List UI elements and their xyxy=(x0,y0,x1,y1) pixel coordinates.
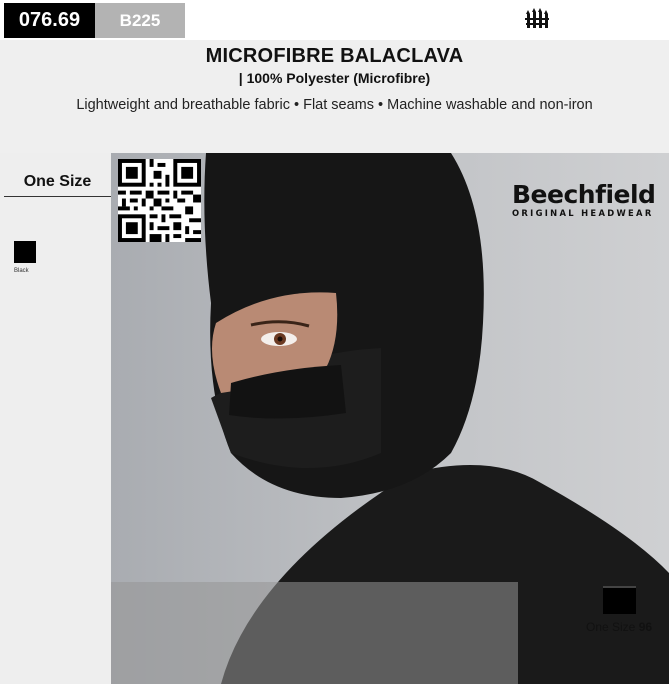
logo-tagline: ORIGINAL HEADWEAR xyxy=(512,208,654,218)
product-material: | 100% Polyester (Microfibre) xyxy=(238,70,431,86)
price-code-badge: 076.69 xyxy=(4,3,95,38)
size-divider xyxy=(4,196,111,197)
beechfield-logo: Beechfield ORIGINAL HEADWEAR xyxy=(512,182,662,218)
beechfield-crown-icon xyxy=(525,8,549,28)
sku-badge: B225 xyxy=(95,3,185,38)
colour-swatch-label: Black xyxy=(14,268,29,274)
product-features: Lightweight and breathable fabric • Flat… xyxy=(76,97,593,113)
sample-size-text: One Size xyxy=(586,620,636,634)
info-overlay-panel xyxy=(111,582,518,684)
sample-quantity: 96 xyxy=(638,620,653,634)
product-title: MICROFIBRE BALACLAVA xyxy=(205,45,464,67)
logo-brand-name: Beechfield xyxy=(512,180,656,209)
size-heading: One Size xyxy=(23,173,92,190)
size-colour-sidebar xyxy=(0,153,111,684)
qr-code[interactable] xyxy=(118,159,201,242)
colour-swatch-black[interactable] xyxy=(14,241,36,263)
top-bar: 076.69 B225 xyxy=(0,0,669,40)
sample-size-label: One Size 96 xyxy=(586,620,652,634)
sample-colour-swatch xyxy=(603,586,636,614)
